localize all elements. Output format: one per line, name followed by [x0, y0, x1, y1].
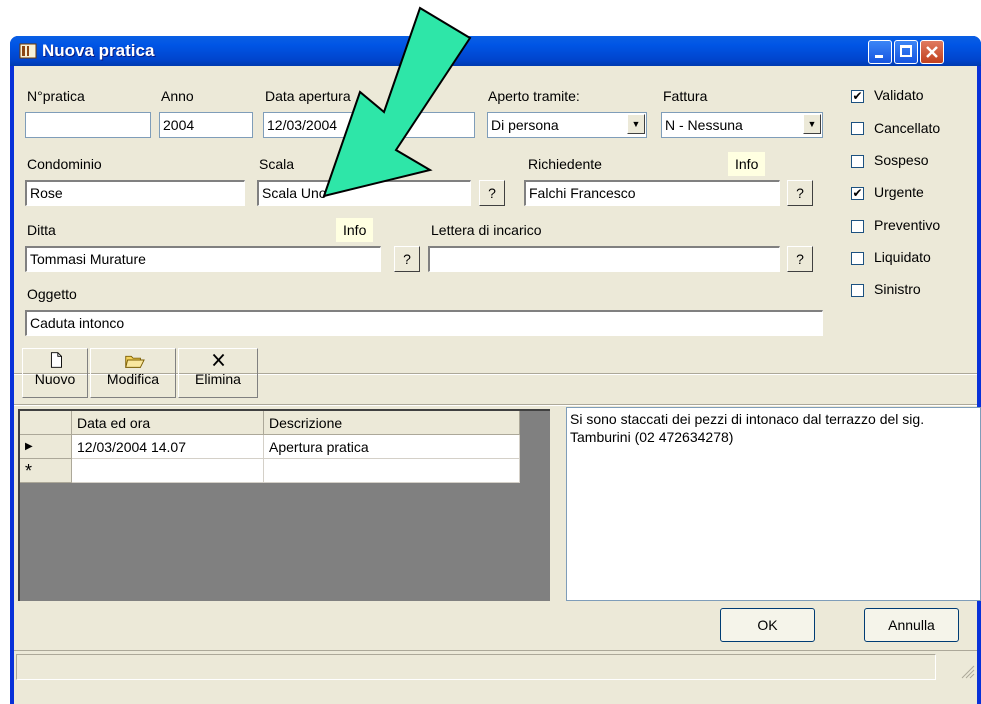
annotation-arrow — [322, 6, 472, 198]
arrow-icon — [322, 6, 472, 198]
